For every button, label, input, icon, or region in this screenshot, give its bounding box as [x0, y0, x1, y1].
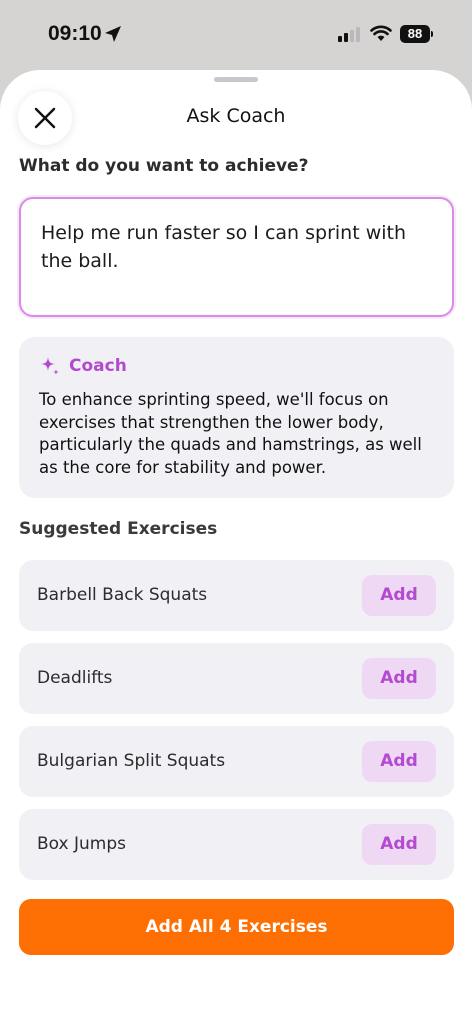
- location-arrow-icon: [105, 26, 121, 42]
- status-bar: 09:10 88: [0, 0, 472, 70]
- add-exercise-button[interactable]: Add: [362, 575, 436, 616]
- sheet-title: Ask Coach: [186, 105, 286, 127]
- exercise-name: Bulgarian Split Squats: [37, 751, 226, 771]
- add-all-exercises-button[interactable]: Add All 4 Exercises: [19, 899, 454, 955]
- coach-header: Coach: [39, 355, 434, 377]
- status-time: 09:10: [48, 22, 102, 45]
- exercise-row: Bulgarian Split Squats Add: [19, 726, 454, 797]
- coach-name: Coach: [69, 356, 127, 376]
- coach-message: To enhance sprinting speed, we'll focus …: [39, 390, 422, 477]
- exercise-row: Box Jumps Add: [19, 809, 454, 880]
- exercise-name: Box Jumps: [37, 834, 127, 854]
- wifi-icon: [370, 25, 392, 41]
- cellular-signal-icon: [338, 27, 360, 42]
- exercise-row: Deadlifts Add: [19, 643, 454, 714]
- add-exercise-button[interactable]: Add: [362, 824, 436, 865]
- sparkle-icon: [41, 357, 59, 375]
- exercise-row: Barbell Back Squats Add: [19, 560, 454, 631]
- add-exercise-button[interactable]: Add: [362, 741, 436, 782]
- sheet-grabber[interactable]: [214, 77, 258, 82]
- suggested-exercises-title: Suggested Exercises: [19, 519, 218, 539]
- ask-coach-sheet: Ask Coach What do you want to achieve? H…: [0, 70, 472, 1024]
- exercise-name: Barbell Back Squats: [37, 585, 208, 605]
- exercise-name: Deadlifts: [37, 668, 113, 688]
- add-exercise-button[interactable]: Add: [362, 658, 436, 699]
- battery-tip: [431, 31, 433, 37]
- goal-input[interactable]: Help me run faster so I can sprint with …: [19, 197, 454, 317]
- coach-response-card: Coach To enhance sprinting speed, we'll …: [19, 337, 454, 498]
- battery-indicator: 88: [400, 25, 430, 43]
- goal-question-label: What do you want to achieve?: [19, 156, 309, 176]
